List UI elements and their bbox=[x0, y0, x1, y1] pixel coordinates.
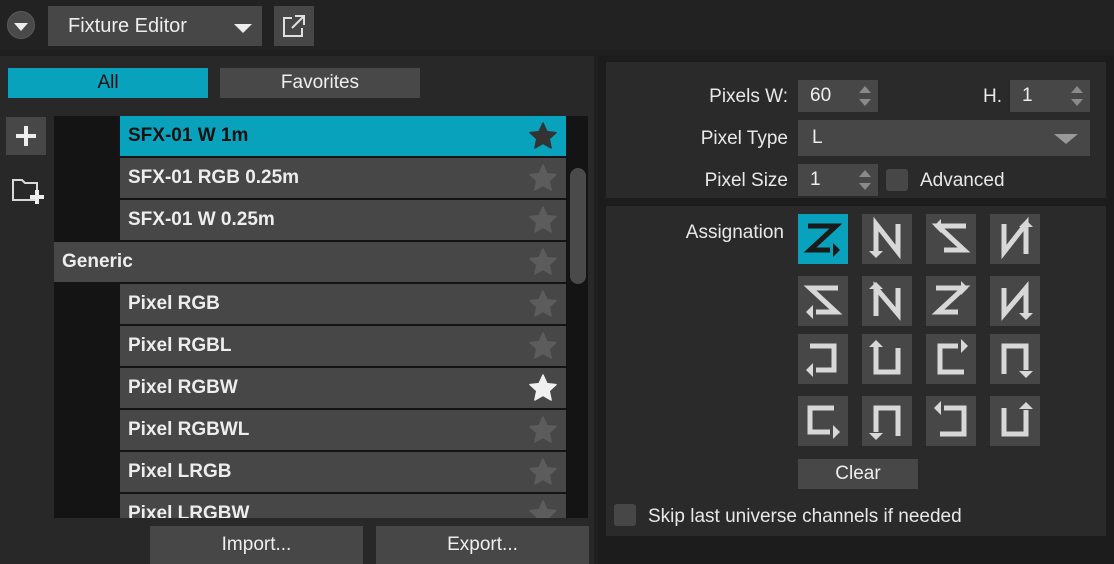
zigzag-s-left-icon[interactable] bbox=[798, 276, 848, 326]
favorite-star-icon[interactable] bbox=[528, 205, 558, 235]
zigzag-n-up-icon[interactable] bbox=[862, 214, 912, 264]
fixture-properties-panel: Pixels W: 60 H. 1 Pixel Type L Pixel Siz… bbox=[598, 56, 1114, 564]
snake-right-icon[interactable] bbox=[926, 334, 976, 384]
advanced-label: Advanced bbox=[920, 170, 1005, 191]
list-scrollbar[interactable] bbox=[570, 168, 586, 284]
pixel-type-label: Pixel Type bbox=[700, 128, 788, 149]
fixture-list: SFX-01 W 1m SFX-01 RGB 0.25m SFX-01 W 0.25… bbox=[54, 116, 588, 518]
assignation-label: Assignation bbox=[685, 222, 784, 243]
spinner-arrows-icon[interactable] bbox=[1070, 83, 1084, 109]
skip-channels-checkbox[interactable] bbox=[614, 504, 636, 526]
import-button[interactable]: Import... bbox=[150, 526, 363, 564]
favorite-star-icon[interactable] bbox=[528, 415, 558, 445]
pixels-w-label: Pixels W: bbox=[709, 86, 788, 107]
filter-all-tab[interactable]: All bbox=[8, 68, 208, 98]
snake-left-icon[interactable] bbox=[798, 334, 848, 384]
external-link-icon[interactable] bbox=[274, 6, 314, 46]
height-input[interactable]: 1 bbox=[1010, 80, 1090, 112]
fixture-row-label: SFX-01 W 1m bbox=[128, 125, 249, 146]
clear-button[interactable]: Clear bbox=[798, 459, 918, 489]
snake-down-alt-icon[interactable] bbox=[862, 396, 912, 446]
folder-add-icon bbox=[12, 179, 44, 204]
favorite-star-icon[interactable] bbox=[528, 247, 558, 277]
new-folder-button[interactable] bbox=[10, 172, 46, 208]
pixel-size-input[interactable]: 1 bbox=[798, 164, 878, 196]
fixture-row[interactable]: Pixel RGBWL bbox=[120, 410, 566, 450]
fixture-row[interactable]: Pixel LRGB bbox=[120, 452, 566, 492]
spinner-arrows-icon[interactable] bbox=[858, 83, 872, 109]
pixel-type-value: L bbox=[812, 127, 823, 148]
fixture-library-panel: All Favorites SFX-01 W 1m SFX-01 RGB 0.25… bbox=[0, 56, 594, 564]
zigzag-n-reverse-down-icon[interactable] bbox=[990, 276, 1040, 326]
fixture-row-label: Pixel RGBWL bbox=[128, 419, 250, 440]
filter-favorites-tab[interactable]: Favorites bbox=[220, 68, 420, 98]
pixels-w-value: 60 bbox=[810, 85, 832, 106]
favorite-star-icon[interactable] bbox=[528, 457, 558, 487]
chevron-down-icon[interactable] bbox=[7, 11, 35, 39]
favorite-star-icon[interactable] bbox=[528, 499, 558, 518]
export-button[interactable]: Export... bbox=[376, 526, 589, 564]
snake-up-alt-icon[interactable] bbox=[990, 396, 1040, 446]
plus-icon bbox=[16, 126, 36, 146]
advanced-checkbox[interactable] bbox=[886, 169, 908, 191]
fixture-row[interactable]: Pixel LRGBW bbox=[120, 494, 566, 518]
height-value: 1 bbox=[1022, 85, 1033, 106]
fixture-row[interactable]: Pixel RGBL bbox=[120, 326, 566, 366]
snake-right-alt-icon[interactable] bbox=[798, 396, 848, 446]
fixture-row-label: Pixel LRGB bbox=[128, 461, 232, 482]
pixel-settings-box: Pixels W: 60 H. 1 Pixel Type L Pixel Siz… bbox=[606, 62, 1106, 198]
fixture-row-label: Pixel RGB bbox=[128, 293, 220, 314]
favorite-star-icon[interactable] bbox=[528, 373, 558, 403]
fixture-group-row[interactable]: Generic bbox=[54, 242, 566, 282]
zigzag-z-left-icon[interactable] bbox=[926, 214, 976, 264]
fixture-row-label: Pixel RGBL bbox=[128, 335, 232, 356]
fixture-row[interactable]: Pixel RGB bbox=[120, 284, 566, 324]
snake-up-icon[interactable] bbox=[862, 334, 912, 384]
pixel-type-select[interactable]: L bbox=[798, 120, 1090, 156]
favorite-star-icon[interactable] bbox=[528, 163, 558, 193]
fixture-row-label: Generic bbox=[62, 251, 133, 272]
favorite-star-icon[interactable] bbox=[528, 121, 558, 151]
pixel-size-value: 1 bbox=[810, 169, 821, 190]
favorite-star-icon[interactable] bbox=[528, 289, 558, 319]
skip-channels-label: Skip last universe channels if needed bbox=[648, 506, 962, 527]
top-bar: Fixture Editor bbox=[0, 0, 1114, 50]
height-label: H. bbox=[983, 86, 1002, 107]
fixture-row-label: SFX-01 RGB 0.25m bbox=[128, 167, 300, 188]
pixel-size-label: Pixel Size bbox=[704, 170, 788, 191]
add-fixture-button[interactable] bbox=[6, 117, 46, 155]
module-select[interactable]: Fixture Editor bbox=[48, 6, 262, 46]
fixture-row-label: SFX-01 W 0.25m bbox=[128, 209, 275, 230]
fixture-row-label: Pixel LRGBW bbox=[128, 503, 250, 518]
zigzag-s-right-icon[interactable] bbox=[926, 276, 976, 326]
caret-down-icon bbox=[234, 24, 252, 33]
caret-down-icon bbox=[1054, 134, 1078, 144]
snake-left-alt-icon[interactable] bbox=[926, 396, 976, 446]
zigzag-n-reverse-up-icon[interactable] bbox=[862, 276, 912, 326]
fixture-row-label: Pixel RGBW bbox=[128, 377, 238, 398]
snake-down-icon[interactable] bbox=[990, 334, 1040, 384]
zigzag-n-down-icon[interactable] bbox=[990, 214, 1040, 264]
assignation-box: Assignation Clear Skip last universe cha… bbox=[606, 206, 1106, 536]
fixture-row[interactable]: Pixel RGBW bbox=[120, 368, 566, 408]
spinner-arrows-icon[interactable] bbox=[858, 167, 872, 193]
fixture-row[interactable]: SFX-01 RGB 0.25m bbox=[120, 158, 566, 198]
module-select-label: Fixture Editor bbox=[68, 14, 187, 37]
favorite-star-icon[interactable] bbox=[528, 331, 558, 361]
zigzag-z-right-start-icon[interactable] bbox=[798, 214, 848, 264]
pixels-w-input[interactable]: 60 bbox=[798, 80, 878, 112]
fixture-row[interactable]: SFX-01 W 1m bbox=[120, 116, 566, 156]
fixture-row[interactable]: SFX-01 W 0.25m bbox=[120, 200, 566, 240]
